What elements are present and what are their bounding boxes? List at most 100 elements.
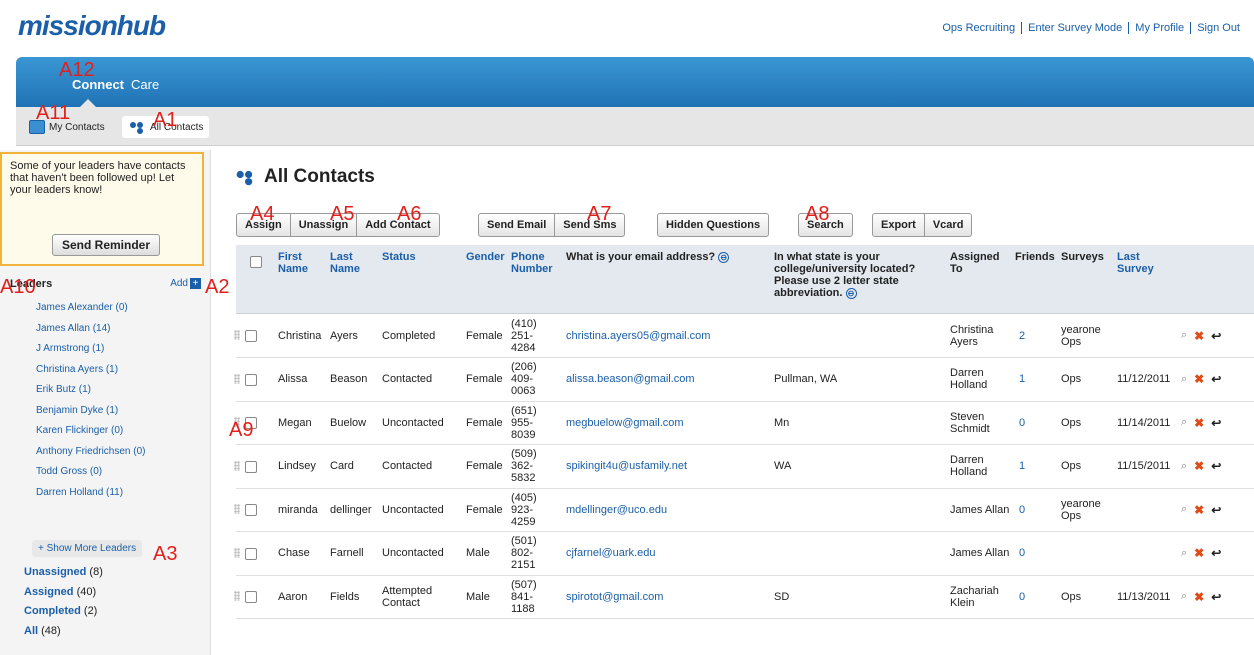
magnifier-icon[interactable]: ⌕ xyxy=(1181,329,1187,342)
row-checkbox[interactable] xyxy=(245,330,257,342)
cell-friends[interactable]: 0 xyxy=(1019,532,1049,575)
leader-item[interactable]: James Alexander (0) xyxy=(36,302,146,323)
table-row[interactable]: Christina Ayers Completed Female (410) 251- … xyxy=(234,314,1254,358)
drag-handle-icon[interactable] xyxy=(234,373,240,384)
drag-handle-icon[interactable] xyxy=(234,504,240,514)
group-unassigned[interactable]: Unassigned (8) xyxy=(24,566,103,586)
cell-last-name: dellinger xyxy=(330,503,372,516)
vcard-button[interactable]: Vcard xyxy=(924,213,973,237)
col-phone-number[interactable]: Phone Number xyxy=(511,251,559,275)
delete-icon[interactable]: ✖ xyxy=(1194,503,1204,517)
group-completed[interactable]: Completed (2) xyxy=(24,605,103,625)
magnifier-icon[interactable]: ⌕ xyxy=(1181,503,1187,516)
export-button[interactable]: Export xyxy=(872,213,925,237)
row-checkbox[interactable] xyxy=(245,547,257,560)
leader-item[interactable]: Todd Gross (0) xyxy=(36,466,146,487)
magnifier-icon[interactable]: ⌕ xyxy=(1181,547,1187,560)
delete-icon[interactable]: ✖ xyxy=(1194,329,1204,343)
cell-friends[interactable]: 0 xyxy=(1019,575,1049,618)
annotation-label: A10 xyxy=(0,276,36,298)
cell-status: Uncontacted xyxy=(382,547,444,559)
table-row[interactable]: Aaron Fields Attempted Contact Male (507) 84… xyxy=(234,575,1254,619)
magnifier-icon[interactable]: ⌕ xyxy=(1181,373,1187,386)
cell-friends[interactable]: 0 xyxy=(1019,401,1049,444)
cell-friends[interactable]: 1 xyxy=(1019,358,1049,401)
delete-icon[interactable]: ✖ xyxy=(1194,590,1204,604)
annotation-label: A9 xyxy=(229,419,254,441)
add-leader-link[interactable]: Add + xyxy=(170,278,201,289)
group-assigned[interactable]: Assigned (40) xyxy=(24,586,103,606)
cell-assigned-to: Zachariah Klein xyxy=(950,584,999,609)
row-checkbox[interactable] xyxy=(245,460,257,473)
select-all-checkbox[interactable] xyxy=(250,256,262,268)
table-row[interactable]: Megan Buelow Uncontacted Female (651) 955- 8… xyxy=(234,401,1254,445)
col-last-name[interactable]: Last Name xyxy=(330,251,370,275)
drag-handle-icon[interactable] xyxy=(234,547,240,558)
send-email-button[interactable]: Send Email xyxy=(478,213,556,237)
col-first-name[interactable]: First Name xyxy=(278,251,318,275)
leader-item[interactable]: Benjamin Dyke (1) xyxy=(36,405,146,426)
undo-icon[interactable]: ↩ xyxy=(1211,459,1221,473)
leader-item[interactable]: James Allan (14) xyxy=(36,323,146,344)
leader-item[interactable]: Darren Holland (11) xyxy=(36,487,146,508)
drag-handle-icon[interactable] xyxy=(234,460,240,471)
cell-email[interactable]: megbuelow@gmail.com xyxy=(566,401,766,444)
link-ops-recruiting[interactable]: Ops Recruiting xyxy=(936,22,1021,34)
leader-item[interactable]: Erik Butz (1) xyxy=(36,384,146,405)
undo-icon[interactable]: ↩ xyxy=(1211,546,1221,560)
leader-item[interactable]: J Armstrong (1) xyxy=(36,343,146,364)
magnifier-icon[interactable]: ⌕ xyxy=(1181,416,1187,429)
undo-icon[interactable]: ↩ xyxy=(1211,503,1221,517)
annotation-label: A7 xyxy=(587,203,612,225)
delete-icon[interactable]: ✖ xyxy=(1194,372,1204,386)
cell-email[interactable]: spikingit4u@usfamily.net xyxy=(566,445,766,488)
group-all[interactable]: All (48) xyxy=(24,625,103,645)
collapse-column-icon[interactable]: ⊖ xyxy=(718,251,730,263)
cell-gender: Male xyxy=(466,590,490,603)
cell-state: Mn xyxy=(774,416,790,429)
magnifier-icon[interactable]: ⌕ xyxy=(1181,460,1187,473)
link-enter-survey-mode[interactable]: Enter Survey Mode xyxy=(1021,22,1128,34)
row-checkbox[interactable] xyxy=(245,504,257,516)
cell-friends[interactable]: 0 xyxy=(1019,488,1049,531)
undo-icon[interactable]: ↩ xyxy=(1211,372,1221,386)
hidden-questions-button[interactable]: Hidden Questions xyxy=(657,213,770,237)
magnifier-icon[interactable]: ⌕ xyxy=(1181,590,1187,603)
table-row[interactable]: Lindsey Card Contacted Female (509) 362- 583… xyxy=(234,445,1254,489)
drag-handle-icon[interactable] xyxy=(234,330,240,340)
send-reminder-button[interactable]: Send Reminder xyxy=(52,234,161,256)
leader-item[interactable]: Karen Flickinger (0) xyxy=(36,425,146,446)
undo-icon[interactable]: ↩ xyxy=(1211,329,1221,343)
collapse-column-icon[interactable]: ⊖ xyxy=(845,287,857,299)
col-gender[interactable]: Gender xyxy=(466,251,505,263)
col-last-survey[interactable]: Last Survey xyxy=(1117,251,1157,275)
cell-email[interactable]: mdellinger@uco.edu xyxy=(566,488,766,531)
table-row[interactable]: miranda dellinger Uncontacted Female (405) 9… xyxy=(234,488,1254,532)
col-status[interactable]: Status xyxy=(382,251,416,263)
show-more-leaders-button[interactable]: + Show More Leaders xyxy=(32,540,143,557)
cell-friends[interactable]: 1 xyxy=(1019,445,1049,488)
undo-icon[interactable]: ↩ xyxy=(1211,416,1221,430)
delete-icon[interactable]: ✖ xyxy=(1194,459,1204,473)
table-row[interactable]: Alissa Beason Contacted Female (206) 409- 00… xyxy=(234,358,1254,402)
missionhub-logo[interactable]: missionhub xyxy=(18,10,166,42)
table-row[interactable]: Chase Farnell Uncontacted Male (501) 802- 21… xyxy=(234,532,1254,576)
cell-friends[interactable]: 2 xyxy=(1019,314,1049,357)
leader-item[interactable]: Christina Ayers (1) xyxy=(36,364,146,385)
annotation-label: A6 xyxy=(397,203,422,225)
drag-handle-icon[interactable] xyxy=(234,591,240,601)
link-my-profile[interactable]: My Profile xyxy=(1128,22,1190,34)
leader-item[interactable]: Anthony Friedrichsen (0) xyxy=(36,446,146,467)
row-checkbox[interactable] xyxy=(245,591,257,603)
cell-email[interactable]: christina.ayers05@gmail.com xyxy=(566,314,766,357)
cell-email[interactable]: alissa.beason@gmail.com xyxy=(566,358,766,401)
row-checkbox[interactable] xyxy=(245,373,257,386)
tab-care[interactable]: Care xyxy=(131,77,159,92)
undo-icon[interactable]: ↩ xyxy=(1211,590,1221,604)
delete-icon[interactable]: ✖ xyxy=(1194,416,1204,430)
link-sign-out[interactable]: Sign Out xyxy=(1190,22,1246,34)
delete-icon[interactable]: ✖ xyxy=(1194,546,1204,560)
cell-email[interactable]: cjfarnel@uark.edu xyxy=(566,532,766,575)
cell-email[interactable]: spirotot@gmail.com xyxy=(566,575,766,618)
cell-last-survey: 11/12/2011 xyxy=(1117,373,1171,385)
